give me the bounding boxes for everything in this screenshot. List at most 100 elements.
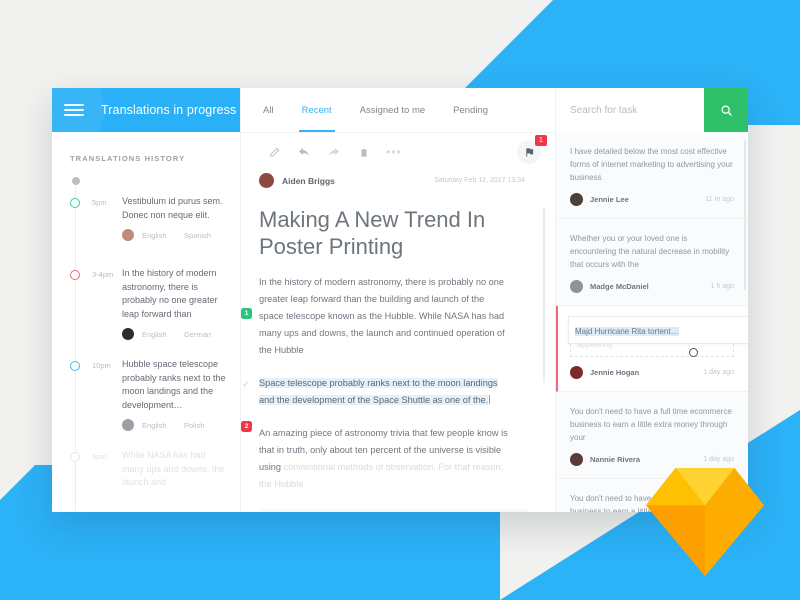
tab-assigned-to-me[interactable]: Assigned to me xyxy=(360,88,425,132)
flag-icon xyxy=(525,147,533,157)
task-author: Jennie Hogan xyxy=(590,368,640,377)
task-footer: Jennie Hogan 1 day ago xyxy=(570,366,734,379)
brand-header: Translations in progress xyxy=(52,88,240,132)
search-input[interactable] xyxy=(556,88,704,132)
tab-recent[interactable]: Recent xyxy=(298,88,335,132)
task-edit-text: Majd Hurricane Rita tortent… xyxy=(575,327,679,336)
history-item[interactable]: 5pm While NASA has had many ups and down… xyxy=(52,449,240,503)
avatar xyxy=(122,328,134,340)
document-paragraph-3: 2 An amazing piece of astronomy trivia t… xyxy=(241,421,529,493)
history-item[interactable]: 5pm Vestibulum id purus sem. Donec non n… xyxy=(52,195,240,249)
task-text: I have detailed below the most cost effe… xyxy=(570,147,733,182)
document-scroll-area: Aiden Briggs Saturday Feb 12, 2017 13:34… xyxy=(241,171,555,512)
task-item[interactable]: I have detailed below the most cost effe… xyxy=(556,132,748,219)
timeline-ring-icon xyxy=(70,198,80,208)
tab-all[interactable]: All xyxy=(263,88,274,132)
search-button[interactable] xyxy=(704,88,748,132)
timeline-head-dot xyxy=(71,177,80,185)
flag-button[interactable]: 1 xyxy=(517,135,547,164)
check-icon: ✓ xyxy=(242,379,250,389)
avatar xyxy=(570,453,583,466)
task-footer: Jennie Lee 11 m ago xyxy=(570,193,734,206)
history-item-lang-from: English xyxy=(142,230,167,240)
document-scrollbar[interactable] xyxy=(543,207,545,383)
paragraph-3-text-faded: conventional methods of observation. For… xyxy=(259,462,504,489)
task-time: 11 m ago xyxy=(705,196,734,203)
history-item-meta: English Polish xyxy=(122,419,230,431)
document-author-row: Aiden Briggs Saturday Feb 12, 2017 13:34 xyxy=(259,171,529,188)
document-title: Making A New Trend In Poster Printing xyxy=(259,207,486,259)
hamburger-icon[interactable] xyxy=(64,104,84,116)
more-icon[interactable]: ••• xyxy=(379,145,409,159)
history-item-time: 5pm xyxy=(92,198,107,207)
reply-icon[interactable] xyxy=(289,146,319,158)
task-text: Whether you or your loved one is encount… xyxy=(570,234,730,269)
mouse-cursor-icon xyxy=(689,348,698,357)
avatar xyxy=(122,229,134,241)
task-item[interactable]: Whether you or your loved one is encount… xyxy=(556,219,748,306)
attachment-row[interactable]: Computer_Hardware_Desktops.pages 1.25mb xyxy=(259,509,529,512)
timeline-ring-icon xyxy=(70,452,80,462)
task-footer: Madge McDaniel 1 h ago xyxy=(570,280,734,293)
task-edit-tooltip[interactable]: Majd Hurricane Rita tortent… xyxy=(568,316,748,344)
history-item-lang-to: Polish xyxy=(184,420,205,430)
history-item-lang-from: English xyxy=(142,329,167,339)
history-item[interactable]: 3-4pm In the history of modern astronomy… xyxy=(52,267,240,340)
task-list[interactable]: I have detailed below the most cost effe… xyxy=(556,132,748,512)
paragraph-2-text: Space telescope probably ranks next to t… xyxy=(259,378,498,405)
task-text: You don't need to have a full time ecomm… xyxy=(570,407,732,442)
edit-icon[interactable] xyxy=(259,147,289,158)
task-time: 1 h ago xyxy=(710,283,734,290)
history-item-text: Hubble space telescope probably ranks ne… xyxy=(122,359,226,410)
task-time: 1 day ago xyxy=(703,456,734,463)
history-item[interactable]: 10pm Hubble space telescope probably ran… xyxy=(52,358,240,431)
search-icon xyxy=(721,105,732,116)
document-date: Saturday Feb 12, 2017 13:34 xyxy=(434,177,525,184)
task-item[interactable]: You don't need to have a full time ecomm… xyxy=(556,392,748,479)
avatar xyxy=(570,193,583,206)
avatar xyxy=(570,366,583,379)
timeline-dashed-line xyxy=(75,467,77,503)
history-item-meta: English Spanish xyxy=(122,229,230,241)
task-author: Nannie Rivera xyxy=(590,455,641,464)
history-item-lang-to: Spanish xyxy=(184,230,212,240)
history-item-time: 5pm xyxy=(92,452,107,461)
text-caret xyxy=(489,395,491,404)
history-item-text: In the history of modern astronomy, ther… xyxy=(122,268,218,319)
task-edit-box[interactable]: design. Your images must be wide when ap… xyxy=(568,316,748,357)
document-paragraph-1: 1 In the history of modern astronomy, th… xyxy=(241,274,529,359)
task-panel: I have detailed below the most cost effe… xyxy=(555,88,748,512)
flag-badge: 1 xyxy=(535,135,547,146)
translations-history-timeline: 5pm Vestibulum id purus sem. Donec non n… xyxy=(52,163,240,512)
document-author: Aiden Briggs xyxy=(282,175,335,186)
timeline-ring-icon xyxy=(70,361,80,371)
history-item-meta: English German xyxy=(122,328,230,340)
app-window: Translations in progress TRANSLATIONS HI… xyxy=(52,88,748,512)
history-item-lang-to: German xyxy=(184,329,212,339)
trash-icon[interactable] xyxy=(349,147,379,158)
task-author: Jennie Lee xyxy=(590,195,629,204)
avatar xyxy=(122,419,134,431)
document-paragraph-2: ✓ Space telescope probably ranks next to… xyxy=(242,375,529,409)
document-toolbar: ••• 1 xyxy=(241,133,555,171)
timeline-ring-icon xyxy=(70,270,80,280)
history-item-text: Vestibulum id purus sem. Donec non neque… xyxy=(122,196,223,220)
task-author: Madge McDaniel xyxy=(590,282,649,291)
comment-marker-1[interactable]: 1 xyxy=(241,308,252,319)
paragraph-1-text: In the history of modern astronomy, ther… xyxy=(259,277,505,355)
history-item-text: While NASA has had many ups and downs, t… xyxy=(122,450,225,487)
history-item-lang-from: English xyxy=(142,420,167,430)
history-item-time: 3-4pm xyxy=(92,270,114,279)
comment-marker-2[interactable]: 2 xyxy=(241,421,252,432)
search-bar xyxy=(556,88,748,132)
main-content: All Recent Assigned to me Pending ••• 1 xyxy=(240,88,555,512)
task-item-active[interactable]: design. Your images must be wide when ap… xyxy=(556,306,748,392)
tab-bar: All Recent Assigned to me Pending xyxy=(241,88,555,133)
avatar xyxy=(570,280,583,293)
app-title: Translations in progress xyxy=(101,103,237,117)
tab-pending[interactable]: Pending xyxy=(453,88,488,132)
history-item-time: 10pm xyxy=(92,361,111,370)
avatar xyxy=(259,173,274,188)
left-sidebar: Translations in progress TRANSLATIONS HI… xyxy=(52,88,240,512)
forward-icon[interactable] xyxy=(319,146,349,158)
